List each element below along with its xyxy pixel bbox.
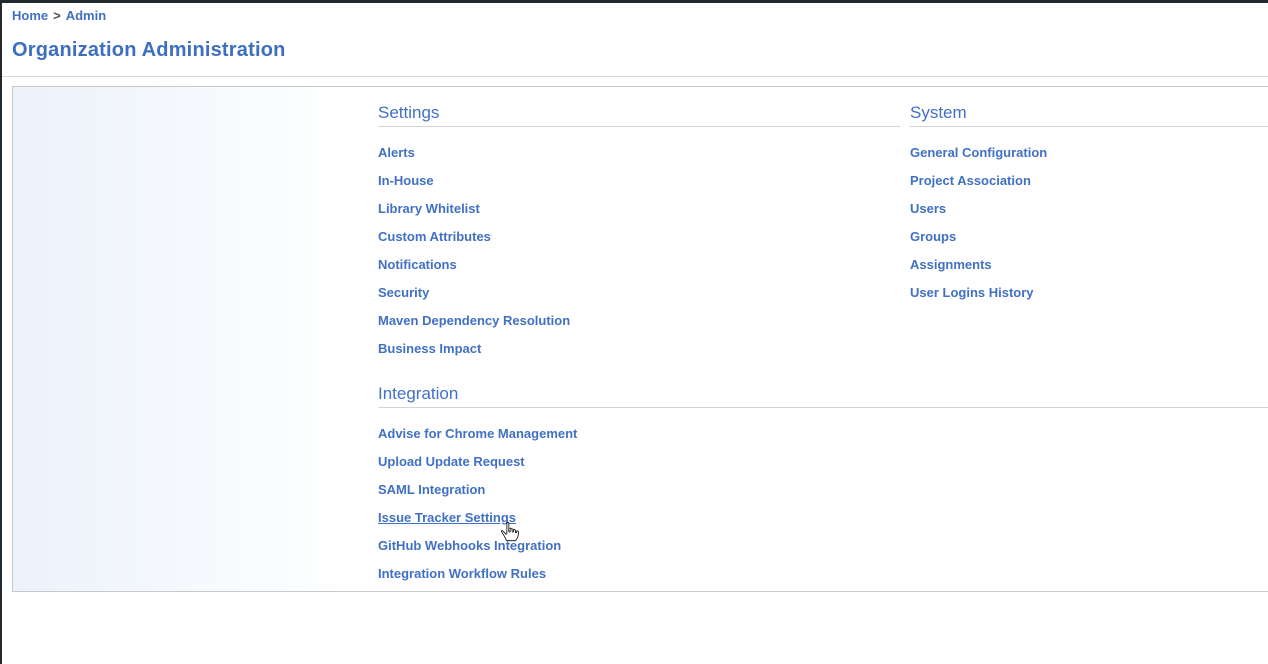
list-item: Assignments — [910, 250, 1268, 278]
section-system-title: System — [910, 101, 1268, 127]
system-link-list: General Configuration Project Associatio… — [910, 138, 1268, 306]
list-item: SAML Integration — [378, 475, 1268, 503]
breadcrumb-link-admin[interactable]: Admin — [66, 8, 106, 23]
admin-link[interactable]: Upload Update Request — [378, 454, 525, 469]
admin-link[interactable]: Users — [910, 201, 946, 216]
list-item: Issue Tracker Settings — [378, 503, 1268, 531]
settings-link-list: Alerts In-House Library Whitelist Custom… — [378, 138, 900, 362]
section-settings-title: Settings — [378, 101, 900, 127]
admin-link[interactable]: Maven Dependency Resolution — [378, 313, 570, 328]
admin-link[interactable]: Project Association — [910, 173, 1031, 188]
list-item: User Logins History — [910, 278, 1268, 306]
list-item: Users — [910, 194, 1268, 222]
list-item: GitHub Webhooks Integration — [378, 531, 1268, 559]
list-item: General Configuration — [910, 138, 1268, 166]
admin-link[interactable]: Library Whitelist — [378, 201, 480, 216]
admin-link[interactable]: Business Impact — [378, 341, 481, 356]
admin-link[interactable]: Integration Workflow Rules — [378, 566, 546, 581]
list-item: Groups — [910, 222, 1268, 250]
list-item: Upload Update Request — [378, 447, 1268, 475]
section-system: System General Configuration Project Ass… — [900, 87, 1268, 362]
page-title: Organization Administration — [12, 39, 1268, 62]
admin-link[interactable]: General Configuration — [910, 145, 1047, 160]
admin-link[interactable]: Assignments — [910, 257, 992, 272]
title-divider — [2, 76, 1268, 77]
breadcrumb-link-home[interactable]: Home — [12, 8, 48, 23]
admin-link[interactable]: Custom Attributes — [378, 229, 491, 244]
admin-link[interactable]: Advise for Chrome Management — [378, 426, 577, 441]
list-item: Alerts — [378, 138, 900, 166]
list-item: In-House — [378, 166, 900, 194]
admin-link[interactable]: Alerts — [378, 145, 415, 160]
admin-link[interactable]: In-House — [378, 173, 434, 188]
list-item: Integration Workflow Rules — [378, 559, 1268, 587]
admin-link[interactable]: SAML Integration — [378, 482, 485, 497]
list-item: Project Association — [910, 166, 1268, 194]
list-item: Library Whitelist — [378, 194, 900, 222]
section-settings: Settings Alerts In-House Library Whiteli… — [378, 87, 900, 362]
integration-link-list: Advise for Chrome Management Upload Upda… — [378, 419, 1268, 587]
section-integration-title: Integration — [378, 382, 1268, 408]
left-gradient-area — [13, 87, 378, 591]
list-item: Maven Dependency Resolution — [378, 306, 900, 334]
breadcrumb-separator: > — [53, 8, 61, 23]
admin-link[interactable]: GitHub Webhooks Integration — [378, 538, 561, 553]
admin-link[interactable]: Security — [378, 285, 429, 300]
list-item: Custom Attributes — [378, 222, 900, 250]
admin-link[interactable]: Groups — [910, 229, 956, 244]
list-item: Business Impact — [378, 334, 900, 362]
admin-link[interactable]: Notifications — [378, 257, 457, 272]
admin-link[interactable]: Issue Tracker Settings — [378, 510, 516, 525]
list-item: Advise for Chrome Management — [378, 419, 1268, 447]
list-item: Notifications — [378, 250, 900, 278]
admin-link[interactable]: User Logins History — [910, 285, 1034, 300]
breadcrumb: Home > Admin — [12, 8, 1268, 23]
section-integration: Integration Advise for Chrome Management… — [378, 382, 1268, 591]
list-item: Security — [378, 278, 900, 306]
admin-panel: Settings Alerts In-House Library Whiteli… — [12, 86, 1268, 592]
